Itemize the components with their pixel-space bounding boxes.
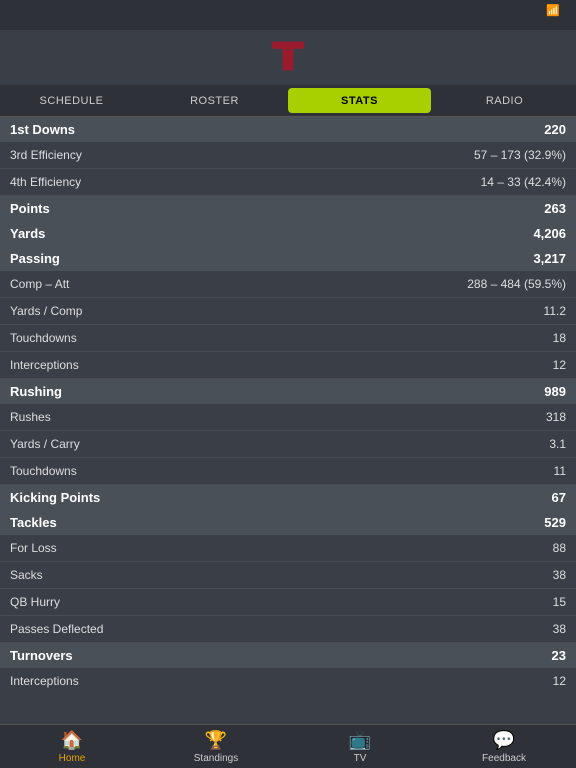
section-value-7: 23 bbox=[552, 648, 566, 663]
tab-bar: 🏠 Home 🏆 Standings 📺 TV 💬 Feedback bbox=[0, 724, 576, 768]
stat-row-4-2: Touchdowns 11 bbox=[0, 458, 576, 485]
wifi-icon: 📶 bbox=[546, 4, 560, 17]
nav-tab-schedule[interactable]: SCHEDULE bbox=[0, 85, 143, 116]
stat-row-6-3: Passes Deflected 38 bbox=[0, 616, 576, 643]
stat-row-6-0: For Loss 88 bbox=[0, 535, 576, 562]
section-value-3: 3,217 bbox=[533, 251, 566, 266]
stat-value-3-1: 11.2 bbox=[544, 304, 566, 318]
status-bar: 📶 bbox=[0, 0, 576, 20]
stat-label-3-2: Touchdowns bbox=[10, 331, 77, 345]
tabbar-tv[interactable]: 📺 TV bbox=[288, 730, 432, 764]
stat-label-6-3: Passes Deflected bbox=[10, 622, 103, 636]
stat-value-4-0: 318 bbox=[546, 410, 566, 424]
stat-label-0-1: 4th Efficiency bbox=[10, 175, 81, 189]
stat-value-4-1: 3.1 bbox=[549, 437, 566, 451]
stat-value-3-3: 12 bbox=[553, 358, 566, 372]
tabbar-label-standings: Standings bbox=[194, 753, 238, 764]
section-value-1: 263 bbox=[544, 201, 566, 216]
stat-value-3-0: 288 – 484 (59.5%) bbox=[467, 277, 566, 291]
section-label-1: Points bbox=[10, 201, 50, 216]
stat-row-3-1: Yards / Comp 11.2 bbox=[0, 298, 576, 325]
stat-row-0-0: 3rd Efficiency 57 – 173 (32.9%) bbox=[0, 142, 576, 169]
stat-label-6-0: For Loss bbox=[10, 541, 57, 555]
section-label-7: Turnovers bbox=[10, 648, 73, 663]
logo-area bbox=[0, 30, 576, 85]
stat-row-3-0: Comp – Att 288 – 484 (59.5%) bbox=[0, 271, 576, 298]
tabbar-standings[interactable]: 🏆 Standings bbox=[144, 730, 288, 764]
stat-row-6-1: Sacks 38 bbox=[0, 562, 576, 589]
stat-row-4-0: Rushes 318 bbox=[0, 404, 576, 431]
section-value-6: 529 bbox=[544, 515, 566, 530]
section-header-2: Yards 4,206 bbox=[0, 221, 576, 246]
nav-tab-stats[interactable]: STATS bbox=[288, 88, 431, 113]
stat-label-7-0: Interceptions bbox=[10, 674, 79, 688]
section-value-0: 220 bbox=[544, 122, 566, 137]
section-label-5: Kicking Points bbox=[10, 490, 100, 505]
stat-label-6-1: Sacks bbox=[10, 568, 43, 582]
stat-value-3-2: 18 bbox=[553, 331, 566, 345]
section-label-2: Yards bbox=[10, 226, 45, 241]
section-header-7: Turnovers 23 bbox=[0, 643, 576, 668]
stat-value-6-1: 38 bbox=[553, 568, 566, 582]
tabbar-icon-feedback: 💬 bbox=[493, 730, 515, 751]
stat-label-4-1: Yards / Carry bbox=[10, 437, 80, 451]
stat-value-7-0: 12 bbox=[553, 674, 566, 688]
nav-tabs: SCHEDULEROSTERSTATSRADIO bbox=[0, 85, 576, 117]
stat-value-6-2: 15 bbox=[553, 595, 566, 609]
section-header-4: Rushing 989 bbox=[0, 379, 576, 404]
stat-row-7-0: Interceptions 12 bbox=[0, 668, 576, 691]
team-logo bbox=[270, 38, 306, 77]
tabbar-home[interactable]: 🏠 Home bbox=[0, 730, 144, 764]
stat-row-3-2: Touchdowns 18 bbox=[0, 325, 576, 352]
nav-tab-roster[interactable]: ROSTER bbox=[143, 85, 286, 116]
stat-value-6-3: 38 bbox=[553, 622, 566, 636]
section-value-4: 989 bbox=[544, 384, 566, 399]
stat-label-6-2: QB Hurry bbox=[10, 595, 60, 609]
status-icons: 📶 bbox=[546, 4, 566, 17]
stat-label-3-1: Yards / Comp bbox=[10, 304, 82, 318]
section-value-2: 4,206 bbox=[533, 226, 566, 241]
stat-row-0-1: 4th Efficiency 14 – 33 (42.4%) bbox=[0, 169, 576, 196]
stat-row-4-1: Yards / Carry 3.1 bbox=[0, 431, 576, 458]
section-label-0: 1st Downs bbox=[10, 122, 75, 137]
stat-value-4-2: 11 bbox=[554, 464, 566, 478]
stat-label-4-0: Rushes bbox=[10, 410, 51, 424]
stat-label-3-0: Comp – Att bbox=[10, 277, 69, 291]
stats-content: 1st Downs 220 3rd Efficiency 57 – 173 (32.9… bbox=[0, 117, 576, 691]
section-label-4: Rushing bbox=[10, 384, 62, 399]
nav-tab-radio[interactable]: RADIO bbox=[433, 85, 576, 116]
stat-value-6-0: 88 bbox=[553, 541, 566, 555]
stat-row-6-2: QB Hurry 15 bbox=[0, 589, 576, 616]
tabbar-icon-tv: 📺 bbox=[349, 730, 371, 751]
section-header-0: 1st Downs 220 bbox=[0, 117, 576, 142]
tabbar-label-feedback: Feedback bbox=[482, 753, 526, 764]
stat-value-0-1: 14 – 33 (42.4%) bbox=[481, 175, 566, 189]
section-header-3: Passing 3,217 bbox=[0, 246, 576, 271]
tabbar-feedback[interactable]: 💬 Feedback bbox=[432, 730, 576, 764]
stat-row-3-3: Interceptions 12 bbox=[0, 352, 576, 379]
section-value-5: 67 bbox=[552, 490, 566, 505]
stat-label-0-0: 3rd Efficiency bbox=[10, 148, 82, 162]
app-header bbox=[0, 20, 576, 30]
tabbar-label-tv: TV bbox=[354, 753, 367, 764]
section-label-6: Tackles bbox=[10, 515, 57, 530]
tabbar-icon-standings: 🏆 bbox=[205, 730, 227, 751]
stat-value-0-0: 57 – 173 (32.9%) bbox=[474, 148, 566, 162]
section-header-5: Kicking Points 67 bbox=[0, 485, 576, 510]
section-header-6: Tackles 529 bbox=[0, 510, 576, 535]
section-label-3: Passing bbox=[10, 251, 60, 266]
section-header-1: Points 263 bbox=[0, 196, 576, 221]
tabbar-icon-home: 🏠 bbox=[61, 730, 83, 751]
tabbar-label-home: Home bbox=[59, 753, 86, 764]
stat-label-4-2: Touchdowns bbox=[10, 464, 77, 478]
stat-label-3-3: Interceptions bbox=[10, 358, 79, 372]
